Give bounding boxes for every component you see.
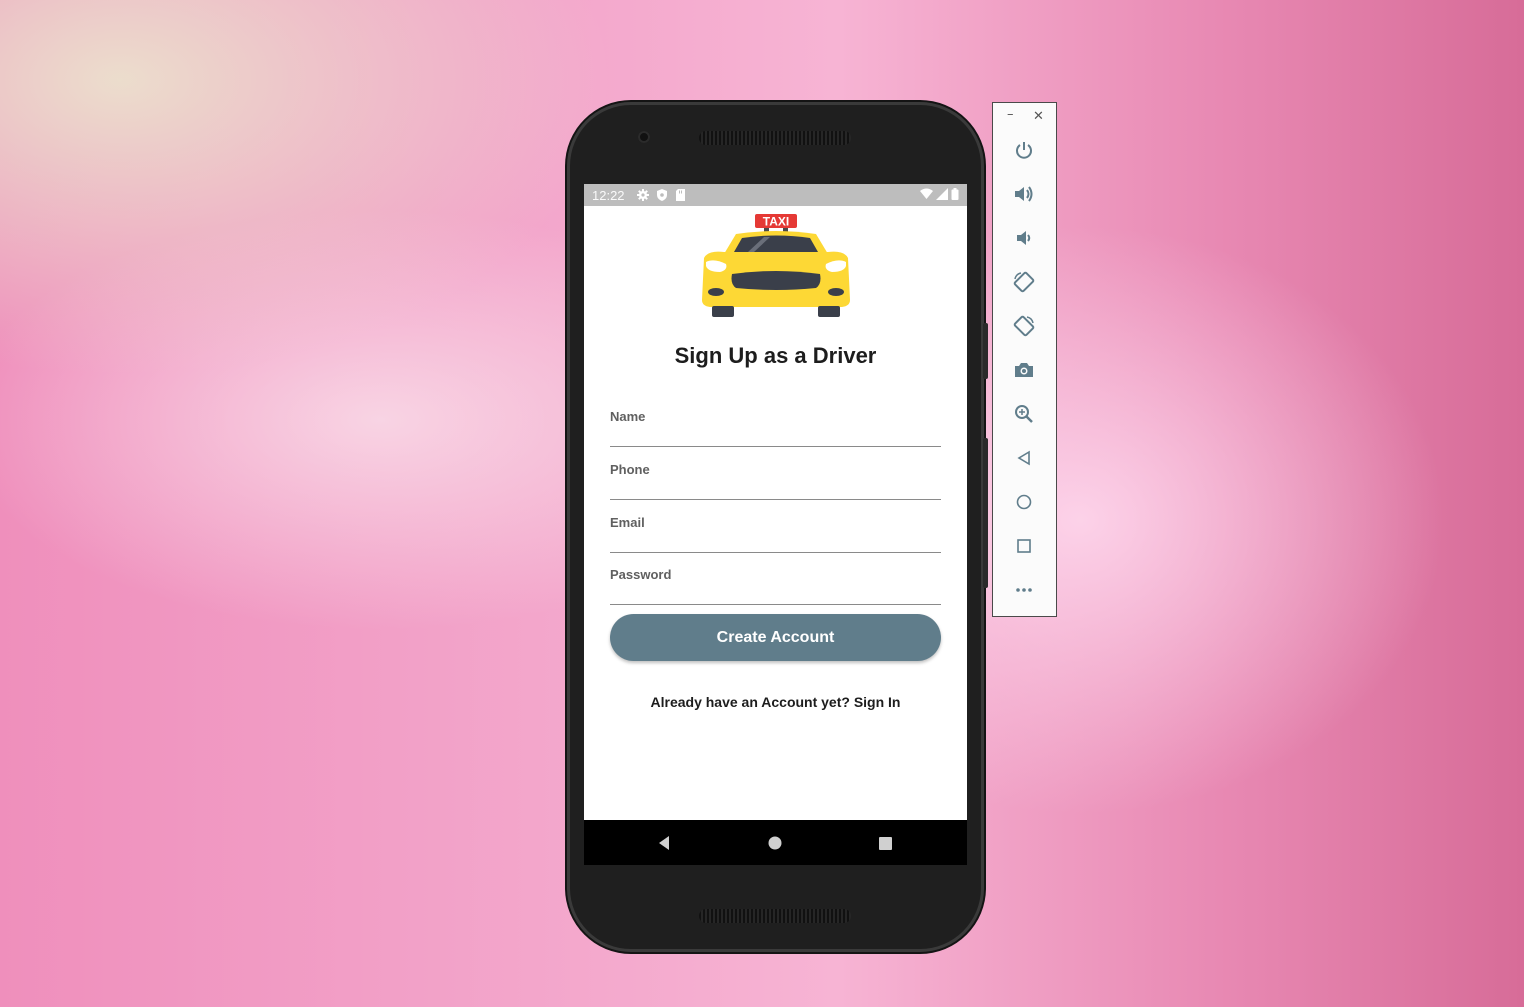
home-button[interactable] xyxy=(1011,489,1037,515)
rotate-left-icon xyxy=(1013,271,1035,293)
signal-icon xyxy=(936,188,948,204)
taxi-sign-text: TAXI xyxy=(763,215,789,229)
emulator-toolbar: – ✕ xyxy=(992,102,1057,617)
back-triangle-icon xyxy=(659,836,669,850)
wifi-icon xyxy=(920,188,933,204)
shield-icon xyxy=(656,189,668,201)
sign-in-link[interactable]: Already have an Account yet? Sign In xyxy=(584,694,967,710)
close-icon[interactable]: ✕ xyxy=(1033,109,1044,124)
create-account-button[interactable]: Create Account xyxy=(610,614,941,661)
volume-down-button[interactable] xyxy=(1011,225,1037,251)
minimize-icon[interactable]: – xyxy=(1007,107,1014,122)
screenshot-button[interactable] xyxy=(1011,357,1037,383)
password-field[interactable]: Password xyxy=(610,564,945,605)
name-field[interactable]: Name xyxy=(610,406,945,447)
phone-field-label: Phone xyxy=(610,462,650,477)
overview-button[interactable] xyxy=(1011,533,1037,559)
power-button[interactable] xyxy=(1011,137,1037,163)
phone-side-button xyxy=(983,323,988,379)
home-icon xyxy=(1016,494,1032,510)
camera-icon xyxy=(1015,363,1033,377)
name-field-label: Name xyxy=(610,409,646,424)
taxi-logo: TAXI xyxy=(698,214,854,322)
status-bar: 12:22 xyxy=(584,184,967,206)
back-button[interactable] xyxy=(1011,445,1037,471)
page-title: Sign Up as a Driver xyxy=(674,343,877,368)
rotate-right-button[interactable] xyxy=(1011,313,1037,339)
rotate-right-icon xyxy=(1013,315,1035,337)
volume-up-button[interactable] xyxy=(1011,181,1037,207)
email-field-label: Email xyxy=(610,515,645,530)
power-icon xyxy=(1016,142,1032,159)
nav-home-button[interactable] xyxy=(765,833,785,853)
volume-up-icon xyxy=(1015,186,1033,202)
overview-icon xyxy=(1017,539,1031,553)
front-camera xyxy=(638,131,650,143)
password-input[interactable] xyxy=(610,584,945,604)
zoom-icon xyxy=(1015,405,1033,423)
more-icon xyxy=(1016,588,1032,592)
nav-back-button[interactable] xyxy=(654,833,674,853)
more-button[interactable] xyxy=(1011,577,1037,603)
phone-input[interactable] xyxy=(610,479,945,499)
bottom-speaker xyxy=(699,909,851,923)
name-input[interactable] xyxy=(610,426,945,446)
phone-side-button xyxy=(983,438,988,588)
email-field[interactable]: Email xyxy=(610,512,945,553)
phone-field[interactable]: Phone xyxy=(610,459,945,500)
overview-square-icon xyxy=(878,836,892,850)
password-field-label: Password xyxy=(610,567,672,582)
status-time: 12:22 xyxy=(592,187,625,203)
home-circle-icon xyxy=(768,836,782,850)
navigation-bar xyxy=(584,820,967,865)
zoom-button[interactable] xyxy=(1011,401,1037,427)
email-input[interactable] xyxy=(610,532,945,552)
earpiece-speaker xyxy=(699,131,851,145)
volume-down-icon xyxy=(1017,231,1031,245)
nav-overview-button[interactable] xyxy=(875,833,895,853)
settings-icon xyxy=(636,189,649,201)
phone-screen: 12:22 TAXI Sign Up as a Driver Name Phon… xyxy=(584,184,967,865)
battery-icon xyxy=(951,188,959,204)
back-icon xyxy=(1017,450,1030,466)
sd-card-icon xyxy=(675,189,687,201)
rotate-left-button[interactable] xyxy=(1011,269,1037,295)
